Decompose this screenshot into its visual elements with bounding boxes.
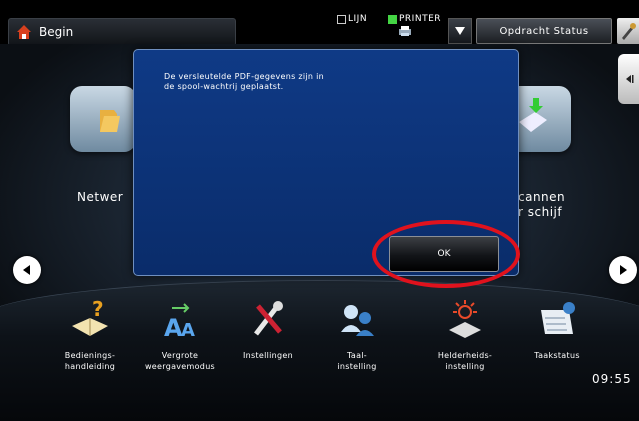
folder-icon [100,110,120,132]
network-folder-label: Netwer [77,190,124,204]
side-panel-tab[interactable] [618,54,639,104]
dock-item-language-setting[interactable]: Taal-instelling [317,296,397,372]
tools-icon [254,301,283,336]
dock-label-line2: instelling [337,362,377,371]
scan-to-disk-label-line2: r schijf [518,205,563,219]
dock-label-line2: instelling [445,362,485,371]
dock-label-line1: Taal- [347,351,367,360]
dock-label-line1: Bedienings- [64,351,116,360]
home-icon [17,25,31,39]
home-label: Begin [39,25,74,39]
job-status-button[interactable]: Opdracht Status [476,18,612,44]
home-button[interactable]: Begin [8,18,236,46]
dock-item-operation-manual[interactable]: ? Bedienings-handleiding [50,296,130,372]
printer-checkbox-icon [388,14,397,24]
dock-item-brightness-setting[interactable]: Helderheids-instelling [425,296,505,372]
dock-label-line2: handleiding [64,362,116,371]
dock-label-line1: Instellingen [242,351,294,360]
highlight-circle [372,220,520,288]
line-label: LIJN [348,14,368,24]
brightness-icon [449,300,481,338]
task-status-icon [541,302,575,334]
zoom-text-icon: A A [164,303,195,342]
language-icon [341,305,374,336]
svg-text:A: A [181,320,195,340]
dialog-message-line2: de spool-wachtrij geplaatst. [164,82,284,91]
triangle-down-icon [455,27,465,35]
help-manual-icon: ? [72,297,108,336]
printer-icon [399,26,411,36]
tools-shortcut-button[interactable] [617,18,639,44]
dock-item-enlarged-display[interactable]: A A Vergrote weergavemodus [140,296,220,372]
dock-item-task-status[interactable]: Taakstatus [517,296,597,361]
clock: 09:55 [592,372,632,386]
network-folder-tile[interactable] [70,86,136,152]
printer-label: PRINTER [399,14,442,24]
dock-label-line1: Vergrote [161,351,199,360]
scan-to-disk-label-line1: cannen [518,190,566,204]
next-page-button[interactable] [609,256,637,284]
wrench-icon [622,23,636,40]
dock-label-line1: Taakstatus [534,351,580,360]
previous-page-button[interactable] [13,256,41,284]
dialog-message: De versleutelde PDF-gegevens zijn in de … [164,72,464,92]
printer-indicator: PRINTER [388,14,441,24]
svg-text:?: ? [92,297,104,321]
collapse-left-icon [625,75,633,83]
line-indicator: LIJN [337,14,367,24]
arrow-right-icon [620,265,627,275]
line-checkbox-icon [337,14,346,24]
arrow-left-icon [23,265,30,275]
dock-label-line2: weergavemodus [144,362,216,371]
dock-label-line1: Helderheids- [437,351,493,360]
dropdown-button[interactable] [448,18,472,44]
dock-item-settings[interactable]: Instellingen [228,296,308,361]
dialog-message-line1: De versleutelde PDF-gegevens zijn in [164,72,325,81]
